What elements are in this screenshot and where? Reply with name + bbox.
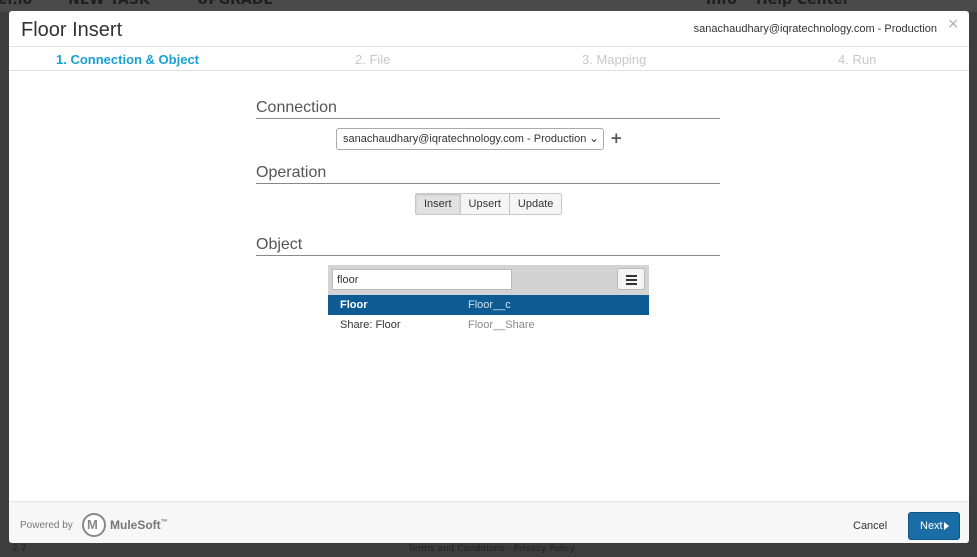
object-search-bar: floor xyxy=(328,265,649,295)
object-heading: Object xyxy=(256,236,720,256)
plus-icon[interactable]: + xyxy=(610,129,623,147)
wizard-steps: 1. Connection & Object 2. File 3. Mappin… xyxy=(9,48,969,71)
dialog-footer: Powered by M MuleSoft™ Cancel Next xyxy=(9,501,969,543)
object-api-name: Floor__Share xyxy=(468,319,535,331)
object-label: Share: Floor xyxy=(340,319,401,331)
background-app-footer: 2.7 Terms and Conditions - Privacy Polic… xyxy=(0,543,977,557)
step-mapping[interactable]: 3. Mapping xyxy=(582,52,646,67)
bg-help-center: Help Center xyxy=(756,0,850,8)
object-search-input[interactable]: floor xyxy=(332,269,512,290)
mulesoft-logo: M xyxy=(82,513,106,537)
operation-heading: Operation xyxy=(256,164,720,184)
insert-button[interactable]: Insert xyxy=(416,194,461,214)
object-row-floor[interactable]: Floor Floor__c xyxy=(328,295,649,315)
next-button-label: Next xyxy=(920,520,943,532)
step-connection-object[interactable]: 1. Connection & Object xyxy=(56,52,199,67)
bg-footer-links: Terms and Conditions - Privacy Policy xyxy=(408,544,576,554)
close-icon[interactable]: × xyxy=(947,17,959,31)
bg-new-task: NEW TASK xyxy=(68,0,150,8)
connection-section: Connection xyxy=(256,99,720,119)
upsert-button[interactable]: Upsert xyxy=(460,194,510,214)
powered-by-label: Powered by xyxy=(20,520,73,531)
bg-brand-fragment: er.io xyxy=(0,0,33,8)
connection-select[interactable]: sanachaudhary@iqratechnology.com - Produ… xyxy=(336,128,604,150)
dialog-title: Floor Insert xyxy=(21,19,123,41)
object-picker: floor Floor Floor__c Share: Floor Floor_… xyxy=(328,265,649,335)
cancel-button[interactable]: Cancel xyxy=(853,520,887,532)
connection-heading: Connection xyxy=(256,99,720,119)
mulesoft-logo-letter: M xyxy=(87,517,98,532)
update-button[interactable]: Update xyxy=(509,194,562,214)
object-section: Object xyxy=(256,236,720,256)
hamburger-menu-icon[interactable] xyxy=(617,268,645,290)
connection-select-value: sanachaudhary@iqratechnology.com - Produ… xyxy=(343,133,587,145)
object-row-floor-share[interactable]: Share: Floor Floor__Share xyxy=(328,315,649,335)
trademark-mark: ™ xyxy=(160,519,168,526)
mulesoft-brand-text: MuleSoft xyxy=(110,518,161,532)
dialog-header: Floor Insert sanachaudhary@iqratechnolog… xyxy=(9,11,969,47)
object-api-name: Floor__c xyxy=(468,299,511,311)
play-arrow-icon xyxy=(943,522,949,530)
step-run[interactable]: 4. Run xyxy=(838,52,876,67)
step-file[interactable]: 2. File xyxy=(355,52,390,67)
chevron-down-icon: ⌄ xyxy=(588,131,599,145)
operation-section: Operation xyxy=(256,164,720,184)
operation-button-group: Insert Upsert Update xyxy=(415,193,563,215)
bg-upgrade: UPGRADE xyxy=(197,0,273,8)
mulesoft-brand: MuleSoft™ xyxy=(110,518,168,532)
bg-info: Info xyxy=(706,0,737,8)
account-label: sanachaudhary@iqratechnology.com - Produ… xyxy=(693,23,937,35)
object-label: Floor xyxy=(340,299,368,311)
floor-insert-dialog: Floor Insert sanachaudhary@iqratechnolog… xyxy=(9,11,969,543)
bg-version: 2.7 xyxy=(12,544,27,554)
next-button[interactable]: Next xyxy=(908,512,960,540)
